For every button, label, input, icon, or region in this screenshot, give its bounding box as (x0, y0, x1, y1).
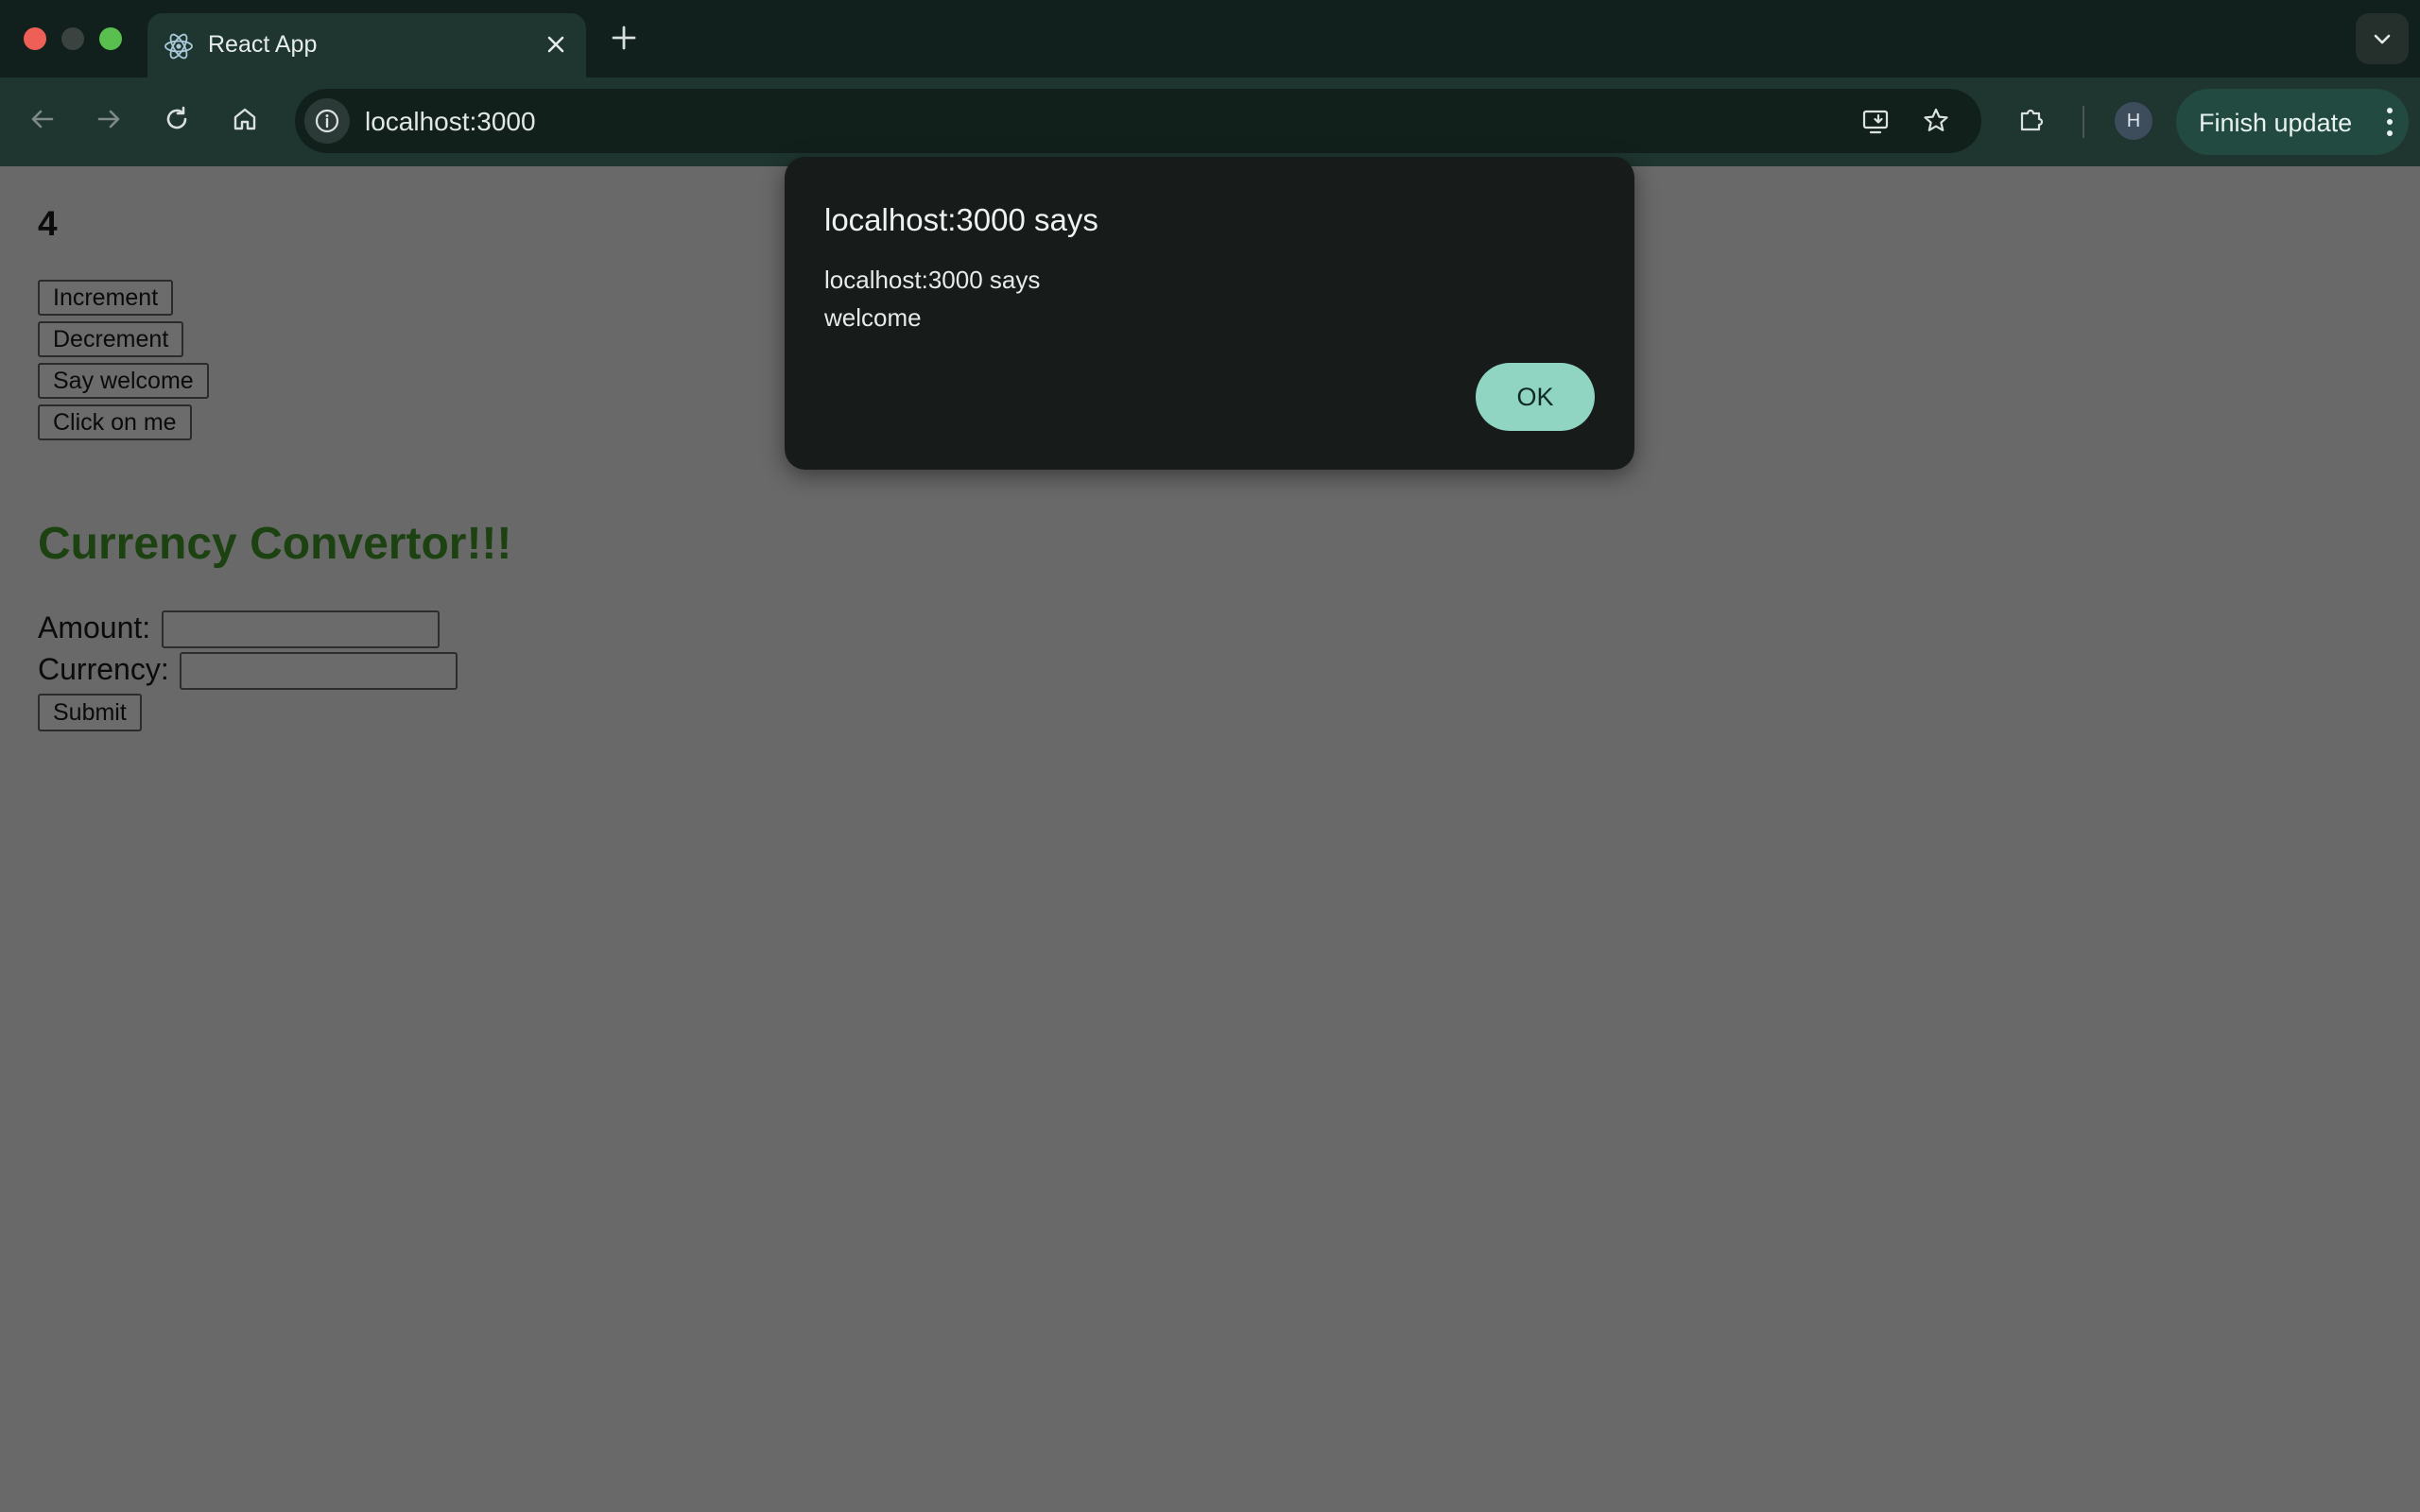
dialog-message-line-2: welcome (824, 303, 922, 332)
reload-button[interactable] (155, 97, 199, 141)
more-vert-icon (2387, 108, 2393, 136)
submit-button[interactable]: Submit (38, 694, 142, 731)
counter-value: 4 (38, 204, 58, 243)
tab-title: React App (208, 31, 318, 58)
install-icon (1862, 110, 1889, 134)
amount-label: Amount: (38, 610, 151, 644)
dialog-title: localhost:3000 says (824, 202, 1098, 237)
finish-update-button[interactable]: Finish update (2176, 89, 2409, 155)
dialog-message: localhost:3000 says welcome (824, 261, 1040, 336)
home-button[interactable] (223, 97, 267, 141)
increment-button[interactable]: Increment (38, 280, 174, 316)
toolbar-divider (2083, 106, 2084, 138)
new-tab-button[interactable] (605, 19, 643, 57)
tab-search-button[interactable] (2356, 13, 2409, 64)
maximize-window-button[interactable] (99, 27, 122, 50)
info-icon (315, 109, 339, 133)
dialog-message-line-1: localhost:3000 says (824, 266, 1041, 294)
close-window-button[interactable] (24, 27, 46, 50)
react-icon (164, 33, 193, 60)
currency-label: Currency: (38, 652, 169, 686)
url-text[interactable]: localhost:3000 (365, 107, 536, 137)
minimize-window-button[interactable] (61, 27, 84, 50)
reload-icon (166, 106, 187, 129)
close-tab-icon[interactable] (539, 27, 573, 61)
tab-strip: React App (0, 0, 2420, 77)
back-button[interactable] (21, 97, 64, 141)
decrement-button[interactable]: Decrement (38, 321, 184, 357)
bookmark-button[interactable] (1915, 100, 1957, 142)
say-welcome-button[interactable]: Say welcome (38, 363, 209, 399)
extensions-button[interactable] (2010, 97, 2053, 141)
finish-update-label: Finish update (2199, 109, 2353, 137)
currency-input[interactable] (180, 652, 458, 690)
amount-input[interactable] (162, 610, 440, 648)
arrow-left-icon (31, 110, 54, 129)
click-on-me-button[interactable]: Click on me (38, 404, 192, 440)
site-info-button[interactable] (304, 98, 350, 144)
chevron-down-icon (2374, 34, 2391, 44)
star-icon (1924, 108, 1948, 131)
forward-button[interactable] (87, 97, 130, 141)
tab-react-app[interactable]: React App (147, 13, 586, 77)
ok-button[interactable]: OK (1476, 363, 1595, 431)
browser-toolbar: localhost:3000 H Finish update (0, 77, 2420, 166)
address-bar[interactable]: localhost:3000 (295, 89, 1981, 153)
profile-avatar[interactable]: H (2115, 102, 2152, 140)
arrow-right-icon (97, 110, 120, 129)
home-icon (233, 108, 256, 130)
puzzle-icon (2020, 109, 2044, 131)
currency-heading: Currency Convertor!!! (38, 519, 512, 569)
install-app-button[interactable] (1855, 100, 1896, 142)
